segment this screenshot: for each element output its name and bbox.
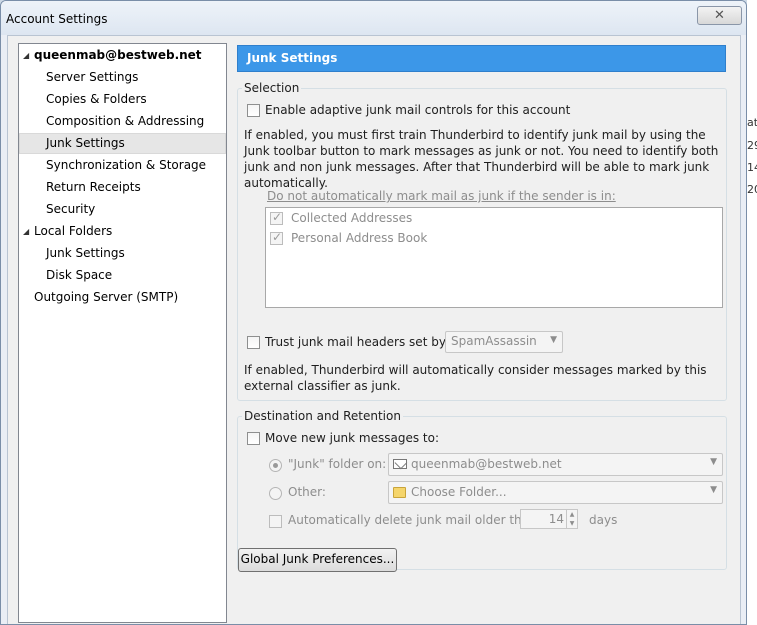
destination-legend: Destination and Retention <box>242 409 403 423</box>
title-bar: Account Settings ✕ <box>1 1 746 35</box>
collected-addresses-checkbox[interactable] <box>270 210 283 225</box>
window-title: Account Settings <box>6 12 108 26</box>
whitelist-label: Do not automatically mark mail as junk i… <box>267 189 616 203</box>
tree-item-composition[interactable]: Composition & Addressing <box>19 111 226 132</box>
spin-up-icon[interactable]: ▲ <box>566 510 577 519</box>
whitelist-listbox[interactable]: Collected Addresses Personal Address Boo… <box>265 207 723 308</box>
trust-description: If enabled, Thunderbird will automatical… <box>244 363 707 393</box>
enable-adaptive-checkbox[interactable] <box>247 104 260 117</box>
tree-outgoing-server[interactable]: Outgoing Server (SMTP) <box>19 287 226 308</box>
chevron-down-icon: ▼ <box>710 485 717 495</box>
junk-folder-radio[interactable] <box>269 459 282 472</box>
chevron-down-icon: ▼ <box>550 335 557 345</box>
junk-folder-label: "Junk" folder on: <box>288 457 387 471</box>
close-button[interactable]: ✕ <box>697 6 742 25</box>
tree-item-security[interactable]: Security <box>19 199 226 220</box>
mail-icon <box>393 459 407 469</box>
tree-account[interactable]: ◢ queenmab@bestweb.net <box>19 45 226 66</box>
other-folder-dropdown[interactable]: Choose Folder... ▼ <box>388 481 723 504</box>
folder-icon <box>393 487 406 498</box>
expand-triangle-icon[interactable]: ◢ <box>23 45 29 66</box>
selection-legend: Selection <box>242 81 302 95</box>
other-folder-label: Other: <box>288 485 326 499</box>
auto-delete-label: Automatically delete junk mail older tha… <box>288 513 537 527</box>
tree-local-folders[interactable]: ◢ Local Folders <box>19 221 226 242</box>
move-junk-label: Move new junk messages to: <box>265 431 440 445</box>
tree-item-copies-folders[interactable]: Copies & Folders <box>19 89 226 110</box>
account-settings-window: Account Settings ✕ ◢ queenmab@bestweb.ne… <box>0 0 747 625</box>
tree-item-server-settings[interactable]: Server Settings <box>19 67 226 88</box>
trust-headers-label: Trust junk mail headers set by: <box>265 335 450 349</box>
tree-item-disk-space[interactable]: Disk Space <box>19 265 226 286</box>
junk-settings-panel: Junk Settings Selection Enable adaptive … <box>237 36 735 624</box>
tree-item-return-receipts[interactable]: Return Receipts <box>19 177 226 198</box>
selection-group: Selection Enable adaptive junk mail cont… <box>237 81 727 401</box>
global-junk-preferences-button[interactable]: Global Junk Preferences... <box>238 548 397 572</box>
move-junk-checkbox[interactable] <box>247 432 260 445</box>
personal-address-book-checkbox[interactable] <box>270 230 283 245</box>
spin-down-icon[interactable]: ▼ <box>566 519 577 528</box>
days-label: days <box>589 513 618 527</box>
destination-group: Destination and Retention Move new junk … <box>237 409 727 570</box>
junk-folder-dropdown[interactable]: queenmab@bestweb.net ▼ <box>388 453 723 476</box>
adaptive-description: If enabled, you must first train Thunder… <box>244 128 719 190</box>
trust-headers-dropdown[interactable]: SpamAssassin ▼ <box>445 331 563 353</box>
account-tree: ◢ queenmab@bestweb.net Server Settings C… <box>18 43 227 623</box>
auto-delete-checkbox[interactable] <box>269 515 282 528</box>
other-folder-radio[interactable] <box>269 487 282 500</box>
personal-address-book-label: Personal Address Book <box>291 231 428 245</box>
collected-addresses-label: Collected Addresses <box>291 211 413 225</box>
chevron-down-icon: ▼ <box>710 457 717 467</box>
background-window-strip: ate 29 14 20 <box>747 0 757 625</box>
tree-item-junk-settings[interactable]: Junk Settings <box>19 133 226 154</box>
tree-item-synchronization[interactable]: Synchronization & Storage <box>19 155 226 176</box>
days-spinner[interactable]: 14 ▲ ▼ <box>520 509 578 529</box>
panel-header: Junk Settings <box>237 45 726 72</box>
trust-headers-checkbox[interactable] <box>247 336 260 349</box>
dialog-client: ◢ queenmab@bestweb.net Server Settings C… <box>7 35 741 624</box>
expand-triangle-icon[interactable]: ◢ <box>23 221 29 242</box>
tree-item-local-junk-settings[interactable]: Junk Settings <box>19 243 226 264</box>
enable-adaptive-label: Enable adaptive junk mail controls for t… <box>265 103 571 117</box>
